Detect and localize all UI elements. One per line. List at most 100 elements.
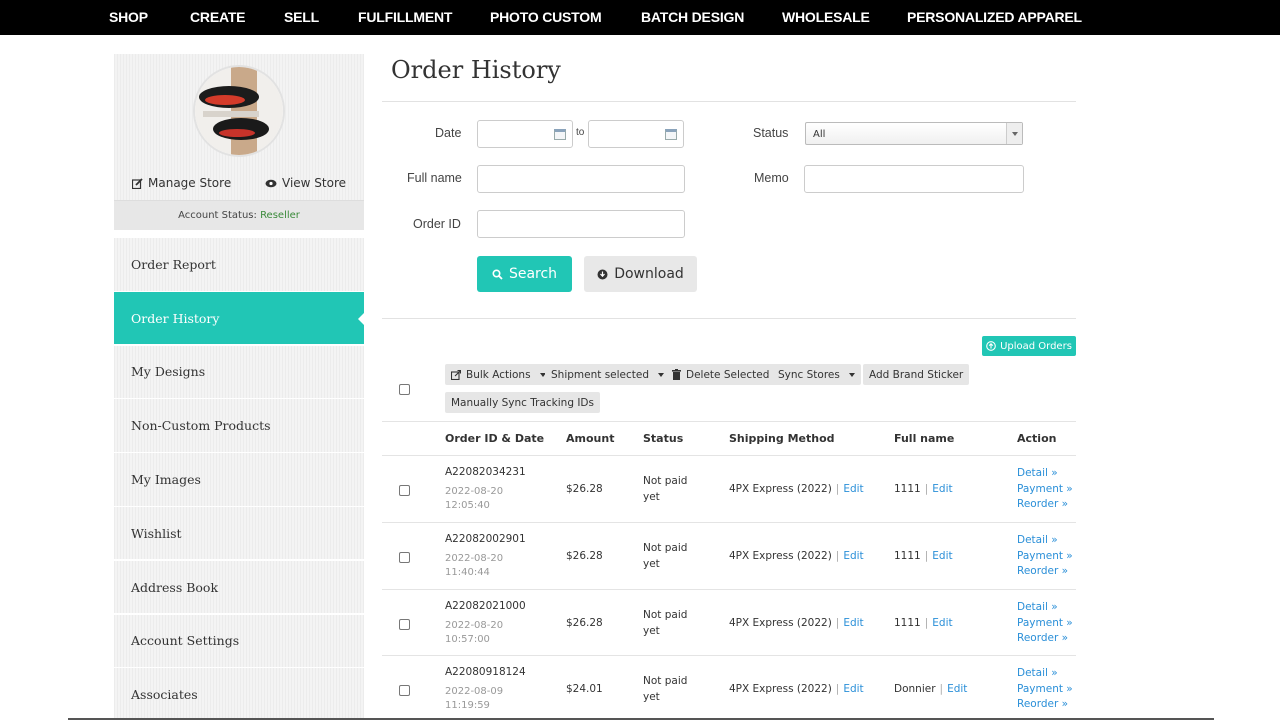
memo-input[interactable] xyxy=(804,165,1024,193)
edit-shipping-link[interactable]: Edit xyxy=(843,683,863,695)
detail-link[interactable]: Detail » xyxy=(1017,600,1073,616)
view-store-link[interactable]: View Store xyxy=(265,176,346,190)
fullname-label: Full name xyxy=(407,171,462,185)
date-to-label: to xyxy=(576,127,585,138)
nav-batch-design[interactable]: BATCH DESIGN xyxy=(641,9,744,25)
row-checkbox[interactable] xyxy=(399,619,410,630)
nav-personalized-apparel[interactable]: PERSONALIZED APPAREL xyxy=(907,9,1082,25)
nav-shop[interactable]: SHOP xyxy=(109,9,148,25)
edit-name-link[interactable]: Edit xyxy=(947,683,967,695)
order-status-line1: Not paid xyxy=(643,609,688,621)
order-id-input[interactable] xyxy=(477,210,685,238)
nav-photo-custom[interactable]: PHOTO CUSTOM xyxy=(490,9,602,25)
shipping-method-text: 4PX Express (2022) xyxy=(729,550,832,562)
shipping-method-text: 4PX Express (2022) xyxy=(729,617,832,629)
sidebar-item-wishlist[interactable]: Wishlist xyxy=(114,506,364,561)
detail-link[interactable]: Detail » xyxy=(1017,666,1073,682)
order-id[interactable]: A22082021000 xyxy=(445,600,526,612)
sidebar-item-my-designs[interactable]: My Designs xyxy=(114,345,364,400)
sidebar-item-associates[interactable]: Associates xyxy=(114,668,364,720)
account-sidebar: Order Report Order History My Designs No… xyxy=(114,238,364,720)
order-time: 11:19:59 xyxy=(445,700,490,711)
detail-link[interactable]: Detail » xyxy=(1017,466,1073,482)
nav-create[interactable]: CREATE xyxy=(190,9,246,25)
edit-name-link[interactable]: Edit xyxy=(932,617,952,629)
manual-sync-tracking-button[interactable]: Manually Sync Tracking IDs xyxy=(445,392,600,413)
sidebar-item-non-custom-products[interactable]: Non-Custom Products xyxy=(114,399,364,453)
sidebar-item-address-book[interactable]: Address Book xyxy=(114,560,364,615)
nav-fulfillment[interactable]: FULFILLMENT xyxy=(358,9,452,25)
sidebar-item-order-report[interactable]: Order Report xyxy=(114,238,364,292)
sidebar-item-account-settings[interactable]: Account Settings xyxy=(114,614,364,669)
separator: | xyxy=(835,550,840,562)
manual-sync-tracking-label: Manually Sync Tracking IDs xyxy=(451,396,594,409)
edit-shipping-link[interactable]: Edit xyxy=(843,483,863,495)
order-date: 2022-08-20 xyxy=(445,620,504,631)
row-actions: Detail » Payment » Reorder » xyxy=(1017,533,1073,580)
edit-name-link[interactable]: Edit xyxy=(932,483,952,495)
reorder-link[interactable]: Reorder » xyxy=(1017,497,1073,513)
calendar-icon[interactable] xyxy=(665,129,677,140)
order-amount: $26.28 xyxy=(566,617,603,629)
reorder-link[interactable]: Reorder » xyxy=(1017,697,1073,713)
edit-shipping-link[interactable]: Edit xyxy=(843,617,863,629)
payment-link[interactable]: Payment » xyxy=(1017,482,1073,498)
edit-shipping-link[interactable]: Edit xyxy=(843,550,863,562)
header-order-id-date: Order ID & Date xyxy=(445,432,545,445)
manage-store-link[interactable]: Manage Store xyxy=(132,176,231,190)
row-checkbox[interactable] xyxy=(399,485,410,496)
order-date: 2022-08-20 xyxy=(445,486,504,497)
calendar-icon[interactable] xyxy=(554,129,566,140)
separator: | xyxy=(924,550,929,562)
trash-icon xyxy=(672,369,681,380)
fullname-input[interactable] xyxy=(477,165,685,193)
sidebar-item-order-history[interactable]: Order History xyxy=(114,291,364,346)
date-from-input[interactable] xyxy=(477,120,573,148)
select-all-checkbox[interactable] xyxy=(399,384,410,395)
nav-wholesale[interactable]: WHOLESALE xyxy=(782,9,870,25)
bulk-actions-dropdown[interactable]: Bulk Actions xyxy=(445,364,552,385)
add-brand-sticker-button[interactable]: Add Brand Sticker xyxy=(863,364,970,385)
full-name-text: 1111 xyxy=(894,483,921,495)
nav-sell[interactable]: SELL xyxy=(284,9,319,25)
date-to-input[interactable] xyxy=(588,120,684,148)
upload-orders-button[interactable]: Upload Orders xyxy=(982,336,1076,356)
edit-name-link[interactable]: Edit xyxy=(932,550,952,562)
header-status: Status xyxy=(643,432,684,445)
order-amount: $26.28 xyxy=(566,550,603,562)
delete-selected-label: Delete Selected xyxy=(686,368,770,381)
detail-link[interactable]: Detail » xyxy=(1017,533,1073,549)
table-row: A22080918124 2022-08-09 11:19:59 $24.01 … xyxy=(382,655,1076,720)
payment-link[interactable]: Payment » xyxy=(1017,549,1073,565)
order-time: 12:05:40 xyxy=(445,500,490,511)
filter-divider xyxy=(382,318,1076,319)
order-status-line1: Not paid xyxy=(643,542,688,554)
sidebar-item-my-images[interactable]: My Images xyxy=(114,453,364,507)
status-select[interactable]: All xyxy=(805,122,1023,145)
row-checkbox[interactable] xyxy=(399,552,410,563)
order-status-line2: yet xyxy=(643,491,660,503)
payment-link[interactable]: Payment » xyxy=(1017,616,1073,632)
payment-link[interactable]: Payment » xyxy=(1017,682,1073,698)
order-status-line1: Not paid xyxy=(643,675,688,687)
download-button[interactable]: Download xyxy=(584,256,697,292)
reorder-link[interactable]: Reorder » xyxy=(1017,631,1073,647)
delete-selected-button[interactable]: Delete Selected xyxy=(666,364,776,385)
sync-stores-label: Sync Stores xyxy=(778,368,840,381)
order-id[interactable]: A22082034231 xyxy=(445,466,526,478)
row-checkbox[interactable] xyxy=(399,685,410,696)
store-profile-panel: Manage Store View Store Account Status: … xyxy=(114,54,364,230)
reorder-link[interactable]: Reorder » xyxy=(1017,564,1073,580)
sync-stores-dropdown[interactable]: Sync Stores xyxy=(772,364,861,385)
account-status-label: Account Status: xyxy=(178,210,257,221)
separator: | xyxy=(924,483,929,495)
order-id[interactable]: A22080918124 xyxy=(445,666,526,678)
order-amount: $26.28 xyxy=(566,483,603,495)
store-avatar[interactable] xyxy=(193,65,285,157)
order-id[interactable]: A22082002901 xyxy=(445,533,526,545)
search-icon xyxy=(492,268,503,280)
shipment-selected-dropdown[interactable]: Shipment selected xyxy=(545,364,671,385)
order-date: 2022-08-09 xyxy=(445,686,504,697)
full-name-text: Donnier xyxy=(894,683,936,695)
search-button[interactable]: Search xyxy=(477,256,572,292)
